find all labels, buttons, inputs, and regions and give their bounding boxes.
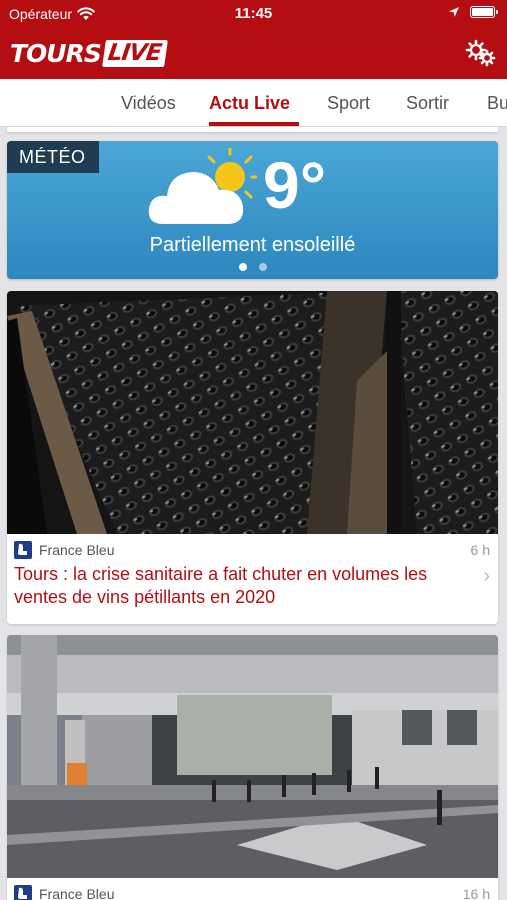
carousel-dots[interactable]: [7, 263, 498, 271]
settings-button[interactable]: [465, 38, 497, 68]
battery-icon: [470, 6, 498, 18]
news-meta: France Bleu 6 h: [7, 539, 498, 561]
news-card[interactable]: France Bleu 6 h Tours : la crise sanitai…: [7, 291, 498, 624]
weather-tag: MÉTÉO: [7, 141, 99, 173]
carousel-dot[interactable]: [258, 263, 267, 271]
news-photo-wine-cellar: [7, 291, 498, 534]
news-meta: France Bleu 16 h: [7, 883, 498, 900]
weather-card[interactable]: MÉTÉO 9° Partiellement ensoleillé: [7, 141, 498, 279]
active-tab-indicator: [209, 122, 299, 126]
news-age: 16 h: [462, 886, 490, 900]
location-arrow-icon: [449, 7, 459, 17]
clock: 11:45: [234, 5, 273, 22]
news-age: 6 h: [470, 542, 490, 558]
news-photo-building: [7, 635, 498, 878]
logo-live-text: LIVE: [101, 39, 168, 67]
carousel-dot[interactable]: [238, 263, 247, 271]
app-bar: TOURS LIVE: [0, 28, 507, 79]
status-indicators: [448, 6, 498, 18]
gears-icon: [465, 39, 496, 67]
news-card[interactable]: France Bleu 16 h: [7, 635, 498, 900]
tab-videos[interactable]: Vidéos: [121, 93, 176, 114]
news-source: France Bleu: [39, 886, 115, 900]
tours-live-logo: TOURS LIVE: [10, 38, 168, 68]
tab-sortir[interactable]: Sortir: [406, 93, 449, 114]
weather-description: Partiellement ensoleillé: [149, 234, 356, 256]
news-source: France Bleu: [39, 542, 115, 558]
category-tabs: Vidéos Actu Live Sport Sortir Bu: [0, 79, 507, 127]
chevron-right-icon: ›: [483, 565, 490, 587]
france-bleu-icon: [14, 541, 32, 559]
weather-temperature: 9°: [263, 148, 327, 222]
previous-card-edge: [7, 127, 498, 132]
tab-partial[interactable]: Bu: [487, 93, 507, 114]
logo-tours-text: TOURS: [10, 38, 102, 68]
news-title[interactable]: Tours : la crise sanitaire a fait chuter…: [14, 563, 474, 609]
tab-sport[interactable]: Sport: [327, 93, 370, 114]
battery-level: [472, 8, 493, 16]
tab-actu-live[interactable]: Actu Live: [209, 93, 290, 114]
partly-sunny-icon: [148, 148, 257, 224]
status-bar: Opérateur 11:45: [0, 0, 507, 28]
france-bleu-icon: [14, 885, 32, 900]
